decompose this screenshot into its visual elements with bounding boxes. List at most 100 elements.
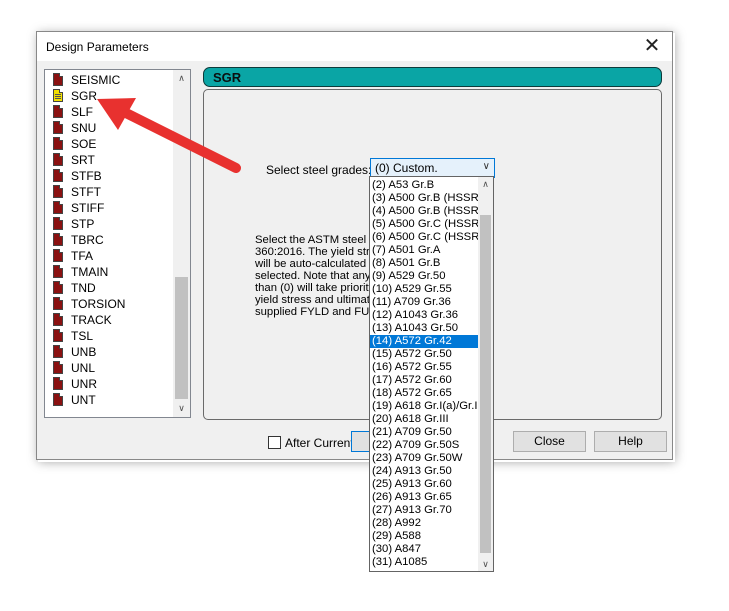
steel-grade-option[interactable]: (22) A709 Gr.50S — [370, 439, 478, 452]
document-icon — [53, 281, 63, 294]
steel-grade-option[interactable]: (21) A709 Gr.50 — [370, 426, 478, 439]
parameter-list-item[interactable]: UNR — [51, 376, 169, 392]
document-icon — [53, 153, 63, 166]
parameter-list-item[interactable]: TND — [51, 280, 169, 296]
help-button[interactable]: Help — [594, 431, 667, 452]
document-icon — [53, 137, 63, 150]
steel-grade-option[interactable]: (7) A501 Gr.A — [370, 244, 478, 257]
parameter-list-item[interactable]: SGR — [51, 88, 169, 104]
close-icon[interactable]: ✕ — [632, 32, 672, 61]
steel-grade-option[interactable]: (12) A1043 Gr.36 — [370, 309, 478, 322]
steel-grade-dropdown[interactable]: (2) A53 Gr.B (3) A500 Gr.B (HSSRe (4) A500… — [369, 176, 494, 572]
steel-grade-option[interactable]: (28) A992 — [370, 517, 478, 530]
steel-grade-option[interactable]: (31) A1085 — [370, 556, 478, 569]
parameter-list-item-label: UNR — [71, 377, 97, 391]
steel-grade-option[interactable]: (17) A572 Gr.60 — [370, 374, 478, 387]
steel-grade-option[interactable]: (26) A913 Gr.65 — [370, 491, 478, 504]
steel-grade-option[interactable]: (5) A500 Gr.C (HSSRe — [370, 218, 478, 231]
parameter-list-item[interactable]: STFT — [51, 184, 169, 200]
parameter-list-item[interactable]: TORSION — [51, 296, 169, 312]
steel-grade-option[interactable]: (29) A588 — [370, 530, 478, 543]
steel-grade-option[interactable]: (8) A501 Gr.B — [370, 257, 478, 270]
scroll-up-icon[interactable]: ∧ — [478, 177, 493, 191]
parameter-list-item-label: UNT — [71, 393, 96, 407]
steel-grade-option[interactable]: (30) A847 — [370, 543, 478, 556]
dropdown-scrollbar[interactable]: ∧ ∨ — [478, 177, 493, 571]
document-icon — [53, 105, 63, 118]
parameter-list-item[interactable]: TBRC — [51, 232, 169, 248]
checkbox-box[interactable] — [268, 436, 281, 449]
parameter-list-item[interactable]: STIFF — [51, 200, 169, 216]
steel-grade-option[interactable]: (24) A913 Gr.50 — [370, 465, 478, 478]
scroll-up-icon[interactable]: ∧ — [173, 70, 190, 87]
parameter-list-item[interactable]: TSL — [51, 328, 169, 344]
document-icon — [53, 329, 63, 342]
parameter-list-item[interactable]: UNT — [51, 392, 169, 408]
section-header: SGR — [203, 67, 662, 87]
section-header-label: SGR — [213, 70, 242, 85]
parameter-list-item-label: STIFF — [71, 201, 105, 215]
parameter-list-item[interactable]: TMAIN — [51, 264, 169, 280]
steel-grade-option[interactable]: (23) A709 Gr.50W — [370, 452, 478, 465]
steel-grade-option[interactable]: (3) A500 Gr.B (HSSRe — [370, 192, 478, 205]
steel-grade-option[interactable]: (13) A1043 Gr.50 — [370, 322, 478, 335]
parameter-list-item[interactable]: STFB — [51, 168, 169, 184]
parameter-list-item-label: STFT — [71, 185, 101, 199]
steel-grade-option[interactable]: (4) A500 Gr.B (HSSRo — [370, 205, 478, 218]
parameter-list-item[interactable]: SEISMIC — [51, 72, 169, 88]
document-icon — [53, 313, 63, 326]
steel-grade-option[interactable]: (25) A913 Gr.60 — [370, 478, 478, 491]
document-icon — [53, 361, 63, 374]
steel-grade-option[interactable]: (6) A500 Gr.C (HSSRo — [370, 231, 478, 244]
scrollbar-thumb[interactable] — [175, 277, 188, 399]
steel-grade-option[interactable]: (15) A572 Gr.50 — [370, 348, 478, 361]
document-icon — [53, 217, 63, 230]
parameter-list-item[interactable]: SOE — [51, 136, 169, 152]
parameter-list-item-label: TMAIN — [71, 265, 109, 279]
steel-grade-option[interactable]: (11) A709 Gr.36 — [370, 296, 478, 309]
document-icon — [53, 73, 63, 86]
steel-grade-option[interactable]: (14) A572 Gr.42 — [370, 335, 478, 348]
document-icon — [53, 185, 63, 198]
steel-grade-option[interactable]: (27) A913 Gr.70 — [370, 504, 478, 517]
steel-grade-option[interactable]: (18) A572 Gr.65 — [370, 387, 478, 400]
parameter-list-item[interactable]: TRACK — [51, 312, 169, 328]
apply-button[interactable] — [351, 431, 371, 452]
parameter-list-item[interactable]: UNB — [51, 344, 169, 360]
parameter-list-item-label: UNL — [71, 361, 96, 375]
parameter-list-item[interactable]: SNU — [51, 120, 169, 136]
steel-grade-option[interactable]: (19) A618 Gr.I(a)/Gr.I( — [370, 400, 478, 413]
document-icon — [53, 201, 63, 214]
document-icon — [53, 169, 63, 182]
parameter-list-item-label: TRACK — [71, 313, 112, 327]
parameter-listbox[interactable]: SEISMIC SGR SLF SNU SOE SRT STFB STFT STIFF STP TB… — [44, 69, 191, 418]
steel-grade-option[interactable]: (20) A618 Gr.III — [370, 413, 478, 426]
parameter-list-item-label: TBRC — [71, 233, 104, 247]
scroll-down-icon[interactable]: ∨ — [478, 557, 493, 571]
parameter-list-item[interactable]: SLF — [51, 104, 169, 120]
parameter-list-scrollbar[interactable]: ∧ ∨ — [173, 70, 190, 417]
close-button[interactable]: Close — [513, 431, 586, 452]
steel-grade-option[interactable]: (9) A529 Gr.50 — [370, 270, 478, 283]
parameter-list-item-label: STFB — [71, 169, 102, 183]
steel-grade-select[interactable]: (0) Custom. ∨ — [370, 158, 495, 178]
parameter-list-item[interactable]: STP — [51, 216, 169, 232]
parameter-list-item-label: SGR — [71, 89, 98, 103]
steel-grade-selected-value: (0) Custom. — [375, 161, 438, 175]
parameter-list-item[interactable]: TFA — [51, 248, 169, 264]
steel-grade-option[interactable]: (10) A529 Gr.55 — [370, 283, 478, 296]
design-parameters-dialog: Design Parameters ✕ SEISMIC SGR SLF SNU SOE S… — [36, 31, 673, 460]
parameter-list-item-label: SEISMIC — [71, 73, 121, 87]
document-icon — [53, 249, 63, 262]
dropdown-scrollbar-thumb[interactable] — [480, 215, 491, 553]
parameter-list-item[interactable]: SRT — [51, 152, 169, 168]
steel-grade-option[interactable]: (2) A53 Gr.B — [370, 179, 478, 192]
open-document-icon — [53, 89, 63, 102]
parameter-list-item[interactable]: UNL — [51, 360, 169, 376]
document-icon — [53, 121, 63, 134]
steel-grade-option[interactable]: (16) A572 Gr.55 — [370, 361, 478, 374]
parameter-list-item-label: TSL — [71, 329, 94, 343]
document-icon — [53, 345, 63, 358]
scroll-down-icon[interactable]: ∨ — [173, 400, 190, 417]
parameter-list-item-label: STP — [71, 217, 95, 231]
